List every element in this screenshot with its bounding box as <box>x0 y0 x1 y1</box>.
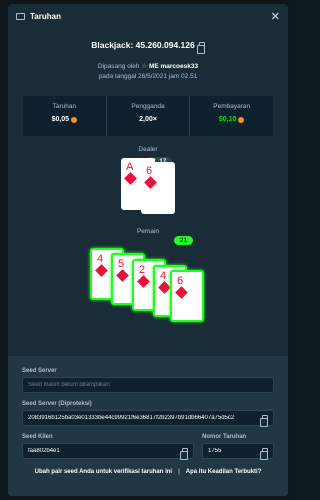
seed-server-hashed-field[interactable]: 2083916b125ba03e01333be44c99921f6e36817f… <box>22 410 274 427</box>
fairness-links: Ubah pair seed Anda untuk verifikasi tar… <box>22 469 274 475</box>
ticket-icon <box>16 12 25 20</box>
placed-by-user[interactable]: ME marcoesk33 <box>149 63 198 70</box>
placed-by-prefix: Dipasang oleh <box>97 63 140 70</box>
placed-on: pada tanggal 26/5/2021 jam 02.51 <box>98 73 198 80</box>
player-score-badge: 21 <box>174 236 194 245</box>
copy-icon[interactable] <box>260 414 268 427</box>
modal-title: Taruhan <box>30 11 61 21</box>
diamond-icon <box>95 264 108 277</box>
modal-header: Taruhan ✕ <box>8 4 288 28</box>
placed-by: Dipasang oleh ☆ ME marcoesk33 pada tangg… <box>8 62 288 82</box>
bet-details-modal: Taruhan ✕ Blackjack: 45.260.094.126 Dipa… <box>8 4 288 496</box>
bet-stats: Taruhan $0,05 Pengganda 2,00× Pembayaran… <box>23 96 273 136</box>
stat-value: 2,00× <box>139 116 157 123</box>
dealer-label: Dealer <box>138 146 158 153</box>
star-icon: ☆ <box>141 63 148 70</box>
client-seed-value: faa802b4e1 <box>28 448 60 454</box>
seed-server-hashed-value: 2083916b125ba03e01333be44c99921f6e36817f… <box>28 415 235 421</box>
provably-fair-link[interactable]: Apa itu Keadilan Terbukti? <box>186 469 262 475</box>
coin-icon <box>238 116 245 123</box>
diamond-icon <box>144 176 157 189</box>
fairness-panel: Seed Server Seed masih belum ditampilkan… <box>8 356 288 496</box>
client-seed-label: Seed Klien <box>22 434 53 440</box>
seed-server-field[interactable]: Seed masih belum ditampilkan <box>22 377 274 393</box>
coin-icon <box>71 116 78 123</box>
diamond-icon <box>175 286 188 299</box>
change-seed-link[interactable]: Ubah pair seed Anda untuk verifikasi tar… <box>35 469 172 475</box>
player-label: Pemain <box>136 228 160 235</box>
seed-server-hashed-label: Seed Server (Diproteksi) <box>22 401 92 407</box>
copy-icon[interactable] <box>260 447 268 460</box>
close-icon[interactable]: ✕ <box>271 10 280 23</box>
diamond-icon <box>158 281 171 294</box>
stat-bet: Taruhan $0,05 <box>23 96 107 136</box>
dealer-card: 6 <box>141 162 175 214</box>
stat-label: Pengganda <box>131 103 165 110</box>
player-card: 6 <box>170 270 204 322</box>
seed-server-placeholder: Seed masih belum ditampilkan <box>28 382 110 388</box>
bet-title-row: Blackjack: 45.260.094.126 <box>8 40 288 54</box>
stat-value: $0,05 <box>23 116 106 123</box>
client-seed-field[interactable]: faa802b4e1 <box>22 443 194 460</box>
links-separator: | <box>178 469 180 475</box>
seed-server-label: Seed Server <box>22 368 57 374</box>
stat-multiplier: Pengganda 2,00× <box>107 96 191 136</box>
copy-icon[interactable] <box>180 447 188 460</box>
blackjack-table: Dealer 7, 17 A 6 Pemain 21 4 5 2 4 6 <box>8 136 288 356</box>
copy-icon[interactable] <box>196 41 205 54</box>
stat-label: Pembayaran <box>213 103 251 110</box>
bet-title: Blackjack: 45.260.094.126 <box>91 40 195 50</box>
nonce-value: 1755 <box>208 448 222 454</box>
stat-label: Taruhan <box>52 103 77 110</box>
diamond-icon <box>137 275 150 288</box>
nonce-field[interactable]: 1755 <box>202 443 274 460</box>
diamond-icon <box>116 269 129 282</box>
stat-value: $0,10 <box>190 116 273 123</box>
stat-payout: Pembayaran $0,10 <box>190 96 273 136</box>
diamond-icon <box>124 172 137 185</box>
nonce-label: Nomor Taruhan <box>202 434 247 440</box>
